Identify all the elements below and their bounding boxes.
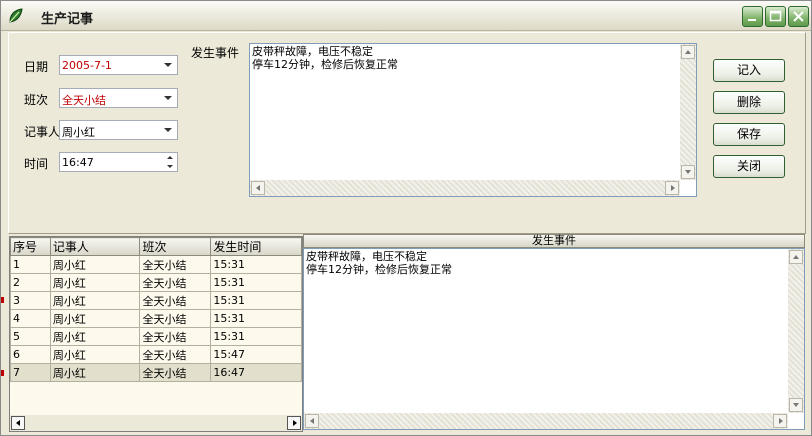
table-row[interactable]: 7 周小红 全天小结 16:47 [10,363,302,382]
grid-horizontal-scrollbar[interactable] [10,415,302,431]
date-label: 日期 [24,60,49,74]
time-value: 16:47 [62,156,94,169]
cell-shift[interactable]: 全天小结 [139,273,212,292]
scroll-right-icon[interactable] [773,414,787,428]
date-value: 2005-7-1 [62,59,112,72]
table-row[interactable]: 4 周小红 全天小结 15:31 [10,309,302,328]
window-title: 生产记事 [41,12,94,27]
column-header-shift[interactable]: 班次 [139,237,212,256]
edge-marker [1,370,4,376]
cell-time[interactable]: 15:31 [210,255,302,274]
cell-recorder[interactable]: 周小红 [49,291,141,310]
cell-recorder[interactable]: 周小红 [49,309,141,328]
delete-button[interactable]: 删除 [713,91,785,114]
cell-time[interactable]: 15:47 [210,345,302,364]
records-grid[interactable]: 序号 记事人 班次 发生时间 1 周小红 全天小结 15:31 2 周小红 全天小结 15:3… [9,236,303,432]
event-horizontal-scrollbar[interactable] [250,180,680,196]
table-row[interactable]: 2 周小红 全天小结 15:31 [10,273,302,292]
cell-recorder[interactable]: 周小红 [49,363,141,382]
cell-recorder[interactable]: 周小红 [49,273,141,292]
cell-shift[interactable]: 全天小结 [139,291,212,310]
shift-combo[interactable]: 全天小结 [59,88,178,108]
production-notes-window: 生产记事 日期 2005-7-1 班次 全天小结 记事人 周小红 时间 16:4… [0,0,812,436]
cell-time[interactable]: 15:31 [210,309,302,328]
date-combo[interactable]: 2005-7-1 [59,55,178,75]
records-table: 序号 记事人 班次 发生时间 1 周小红 全天小结 15:31 2 周小红 全天小结 15:3… [10,237,302,382]
shift-value: 全天小结 [62,94,106,107]
event-text: 皮带秤故障，电压不稳定 停车12分钟，检修后恢复正常 [252,45,398,71]
shift-label: 班次 [24,93,49,107]
maximize-icon [769,10,782,22]
event-vertical-scrollbar[interactable] [680,44,696,180]
scroll-left-icon[interactable] [251,181,265,195]
scroll-down-icon[interactable] [681,165,695,179]
cell-shift[interactable]: 全天小结 [139,255,212,274]
scroll-up-icon[interactable] [789,250,803,264]
recorder-value: 周小红 [62,126,95,139]
detail-text: 皮带秤故障，电压不稳定 停车12分钟，检修后恢复正常 [306,250,452,276]
recorder-label: 记事人 [24,125,61,139]
cell-index[interactable]: 4 [10,309,51,328]
cell-index[interactable]: 6 [10,345,51,364]
cell-index[interactable]: 3 [10,291,51,310]
column-header-time[interactable]: 发生时间 [210,237,302,256]
cell-recorder[interactable]: 周小红 [49,255,141,274]
cell-shift[interactable]: 全天小结 [139,363,212,382]
cell-time[interactable]: 16:47 [210,363,302,382]
maximize-button[interactable] [765,6,786,27]
column-header-index[interactable]: 序号 [10,237,51,256]
cell-shift[interactable]: 全天小结 [139,327,212,346]
cell-shift[interactable]: 全天小结 [139,309,212,328]
chevron-down-icon[interactable] [160,122,176,138]
event-label: 发生事件 [191,46,240,60]
column-header-recorder[interactable]: 记事人 [49,237,141,256]
cell-index[interactable]: 5 [10,327,51,346]
spin-down-icon[interactable] [164,162,176,171]
cell-shift[interactable]: 全天小结 [139,345,212,364]
close-icon [793,11,804,22]
title-bar[interactable]: 生产记事 [1,1,811,31]
app-leaf-icon [9,8,23,23]
chevron-down-icon[interactable] [160,90,176,106]
scroll-right-icon[interactable] [665,181,679,195]
record-button[interactable]: 记入 [713,59,785,82]
cell-time[interactable]: 15:31 [210,273,302,292]
close-button[interactable]: 关闭 [713,155,785,178]
save-button[interactable]: 保存 [713,123,785,146]
recorder-combo[interactable]: 周小红 [59,120,178,140]
cell-time[interactable]: 15:31 [210,327,302,346]
table-row[interactable]: 6 周小红 全天小结 15:47 [10,345,302,364]
chevron-down-icon[interactable] [160,57,176,73]
minimize-button[interactable] [742,6,763,27]
time-spinner[interactable]: 16:47 [59,152,178,172]
scroll-left-icon[interactable] [11,416,25,430]
edge-marker [1,297,4,303]
cell-time[interactable]: 15:31 [210,291,302,310]
table-row[interactable]: 5 周小红 全天小结 15:31 [10,327,302,346]
spin-up-icon[interactable] [164,153,176,162]
scroll-left-icon[interactable] [305,414,319,428]
table-header-row: 序号 记事人 班次 发生时间 [10,237,302,256]
minimize-icon [748,19,756,21]
time-label: 时间 [24,157,49,171]
detail-horizontal-scrollbar[interactable] [304,413,788,429]
scroll-right-icon[interactable] [287,416,301,430]
cell-index[interactable]: 7 [10,363,51,382]
detail-textarea[interactable]: 皮带秤故障，电压不稳定 停车12分钟，检修后恢复正常 [303,248,805,430]
detail-vertical-scrollbar[interactable] [788,249,804,413]
cell-index[interactable]: 2 [10,273,51,292]
scroll-up-icon[interactable] [681,45,695,59]
table-row[interactable]: 3 周小红 全天小结 15:31 [10,291,302,310]
cell-recorder[interactable]: 周小红 [49,345,141,364]
close-window-button[interactable] [788,6,809,27]
scroll-down-icon[interactable] [789,398,803,412]
detail-header: 发生事件 [303,234,805,248]
event-textarea[interactable]: 皮带秤故障，电压不稳定 停车12分钟，检修后恢复正常 [249,43,697,197]
table-row[interactable]: 1 周小红 全天小结 15:31 [10,255,302,274]
cell-index[interactable]: 1 [10,255,51,274]
cell-recorder[interactable]: 周小红 [49,327,141,346]
